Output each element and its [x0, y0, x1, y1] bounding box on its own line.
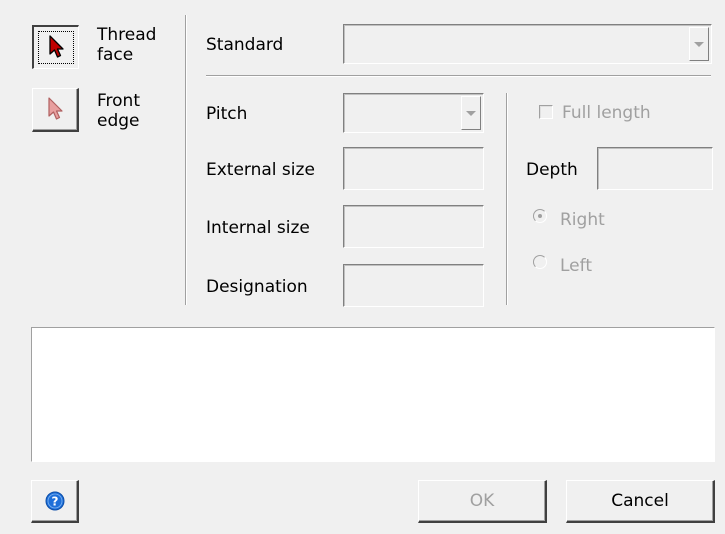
pitch-combobox[interactable]	[343, 93, 484, 133]
cancel-button[interactable]: Cancel	[566, 480, 715, 523]
thread-face-tool-button[interactable]	[32, 25, 79, 69]
designation-field[interactable]	[343, 264, 484, 307]
options-separator	[506, 93, 508, 305]
help-icon: ?	[45, 491, 64, 511]
tools-separator	[185, 15, 187, 305]
direction-right-radio[interactable]	[533, 209, 547, 223]
cursor-arrow-icon	[49, 35, 64, 58]
direction-left-label: Left	[560, 256, 592, 276]
internal-size-field[interactable]	[343, 205, 484, 248]
front-edge-label: Front edge	[97, 91, 140, 131]
radio-dot	[538, 214, 542, 218]
chevron-down-icon[interactable]	[461, 96, 481, 130]
full-length-checkbox[interactable]	[539, 105, 553, 119]
internal-size-label: Internal size	[206, 218, 310, 238]
external-size-label: External size	[206, 160, 315, 180]
direction-left-radio[interactable]	[533, 255, 547, 269]
help-button[interactable]: ?	[31, 480, 79, 523]
front-edge-tool-button[interactable]	[32, 88, 79, 132]
external-size-field[interactable]	[343, 147, 484, 190]
pitch-label: Pitch	[206, 104, 248, 124]
full-length-label: Full length	[562, 103, 651, 123]
ok-button[interactable]: OK	[418, 480, 547, 523]
designation-label: Designation	[206, 277, 308, 297]
form-separator	[206, 75, 711, 77]
standard-label: Standard	[206, 35, 284, 55]
standard-combobox[interactable]	[343, 24, 712, 64]
thread-face-label: Thread face	[97, 25, 157, 65]
chevron-down-icon[interactable]	[689, 27, 709, 61]
depth-label: Depth	[526, 160, 578, 180]
direction-right-label: Right	[560, 210, 605, 230]
svg-text:?: ?	[51, 495, 58, 509]
depth-field[interactable]	[597, 147, 713, 190]
notes-area[interactable]	[31, 327, 715, 462]
cursor-arrow-icon	[48, 97, 63, 120]
